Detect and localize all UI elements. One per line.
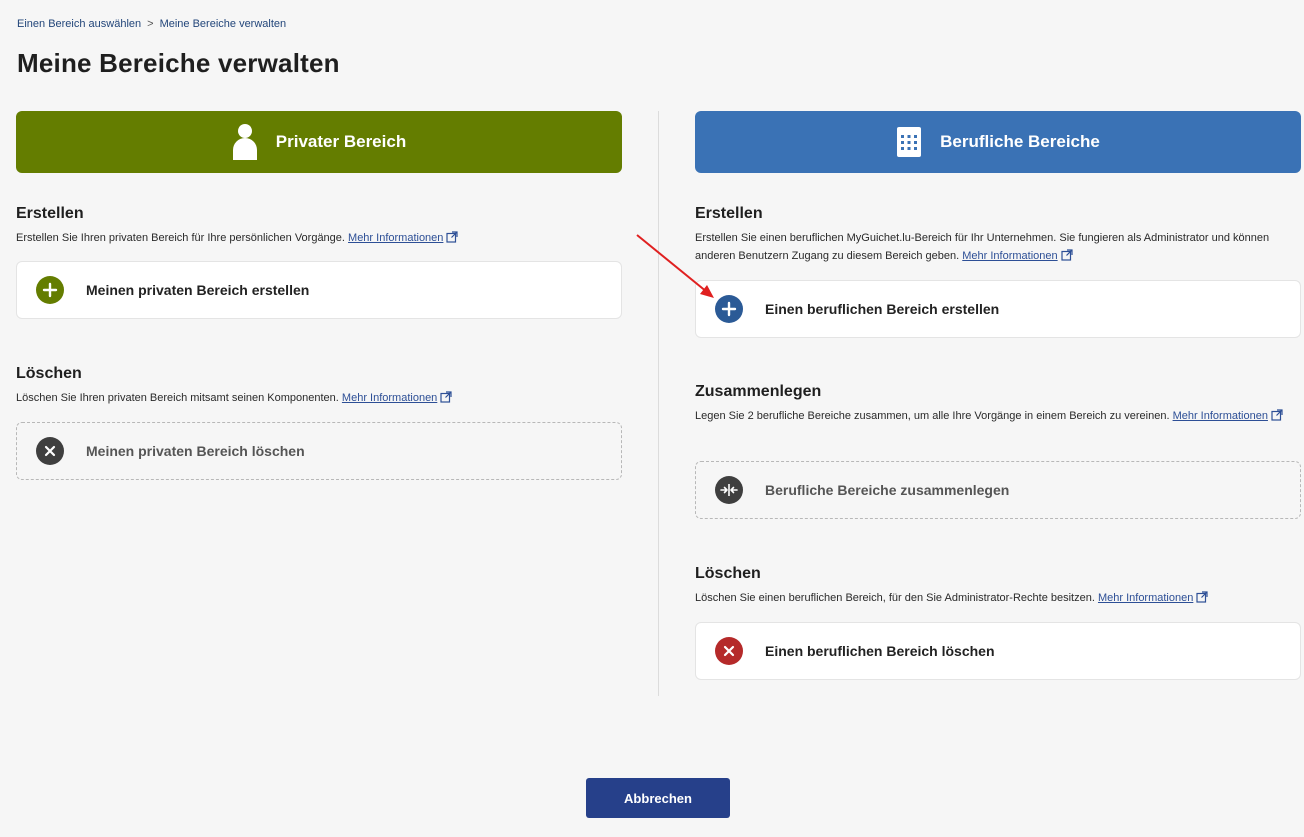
merge-professional-areas-button[interactable]: Berufliche Bereiche zusammenlegen — [695, 461, 1301, 519]
private-delete-title: Löschen — [16, 365, 82, 382]
breadcrumb-item-select-area[interactable]: Einen Bereich auswählen — [17, 18, 141, 30]
professional-merge-section: Zusammenlegen Legen Sie 2 berufliche Ber… — [695, 383, 1301, 427]
merge-professional-areas-label: Berufliche Bereiche zusammenlegen — [765, 482, 1010, 498]
private-column: Privater Bereich Erstellen Erstellen Sie… — [16, 111, 622, 480]
private-area-header-label: Privater Bereich — [275, 132, 407, 151]
delete-professional-area-label: Einen beruflichen Bereich löschen — [765, 643, 995, 659]
professional-delete-description: Löschen Sie einen beruflichen Bereich, f… — [695, 589, 1301, 609]
private-delete-section: Löschen Löschen Sie Ihren privaten Berei… — [16, 365, 622, 409]
create-private-area-label: Meinen privaten Bereich erstellen — [86, 282, 310, 298]
professional-merge-description: Legen Sie 2 berufliche Bereiche zusammen… — [695, 407, 1301, 427]
private-create-title: Erstellen — [16, 205, 84, 222]
building-icon — [896, 126, 922, 158]
delete-private-area-label: Meinen privaten Bereich löschen — [86, 443, 305, 459]
professional-create-title: Erstellen — [695, 205, 763, 222]
page-title: Meine Bereiche verwalten — [17, 48, 340, 78]
delete-private-area-button[interactable]: Meinen privaten Bereich löschen — [16, 422, 622, 480]
private-delete-description: Löschen Sie Ihren privaten Bereich mitsa… — [16, 389, 622, 409]
more-info-link[interactable]: Mehr Informationen — [342, 392, 437, 404]
professional-create-description: Erstellen Sie einen beruflichen MyGuiche… — [695, 229, 1301, 267]
more-info-link[interactable]: Mehr Informationen — [348, 232, 443, 244]
person-icon — [232, 124, 258, 160]
professional-delete-title: Löschen — [695, 565, 761, 582]
cancel-button[interactable]: Abbrechen — [586, 778, 730, 818]
create-professional-area-label: Einen beruflichen Bereich erstellen — [765, 301, 1000, 317]
breadcrumb-separator: > — [147, 18, 154, 30]
professional-column: Berufliche Bereiche Erstellen Erstellen … — [695, 111, 1301, 680]
private-create-section: Erstellen Erstellen Sie Ihren privaten B… — [16, 205, 622, 249]
breadcrumb-item-current: Meine Bereiche verwalten — [159, 18, 287, 30]
professional-create-section: Erstellen Erstellen Sie einen berufliche… — [695, 205, 1301, 267]
create-professional-area-button[interactable]: Einen beruflichen Bereich erstellen — [695, 280, 1301, 338]
professional-delete-section: Löschen Löschen Sie einen beruflichen Be… — [695, 565, 1301, 609]
professional-area-header-label: Berufliche Bereiche — [940, 132, 1100, 151]
delete-professional-area-button[interactable]: Einen beruflichen Bereich löschen — [695, 622, 1301, 680]
professional-merge-title: Zusammenlegen — [695, 383, 822, 400]
private-area-header: Privater Bereich — [16, 111, 622, 173]
column-divider — [658, 111, 659, 696]
close-circle-icon — [715, 637, 743, 665]
more-info-link[interactable]: Mehr Informationen — [1173, 410, 1268, 422]
private-create-description: Erstellen Sie Ihren privaten Bereich für… — [16, 229, 622, 249]
external-link-icon — [1196, 591, 1208, 609]
breadcrumb: Einen Bereich auswählen > Meine Bereiche… — [17, 18, 286, 30]
close-circle-icon — [36, 437, 64, 465]
external-link-icon — [440, 391, 452, 409]
external-link-icon — [1061, 249, 1073, 267]
page: Einen Bereich auswählen > Meine Bereiche… — [0, 0, 1304, 837]
external-link-icon — [446, 231, 459, 249]
more-info-link[interactable]: Mehr Informationen — [1098, 592, 1193, 604]
more-info-link[interactable]: Mehr Informationen — [962, 250, 1057, 262]
plus-circle-icon — [36, 276, 64, 304]
create-private-area-button[interactable]: Meinen privaten Bereich erstellen — [16, 261, 622, 319]
professional-area-header: Berufliche Bereiche — [695, 111, 1301, 173]
external-link-icon — [1271, 409, 1283, 427]
plus-circle-icon — [715, 295, 743, 323]
merge-icon — [715, 476, 743, 504]
